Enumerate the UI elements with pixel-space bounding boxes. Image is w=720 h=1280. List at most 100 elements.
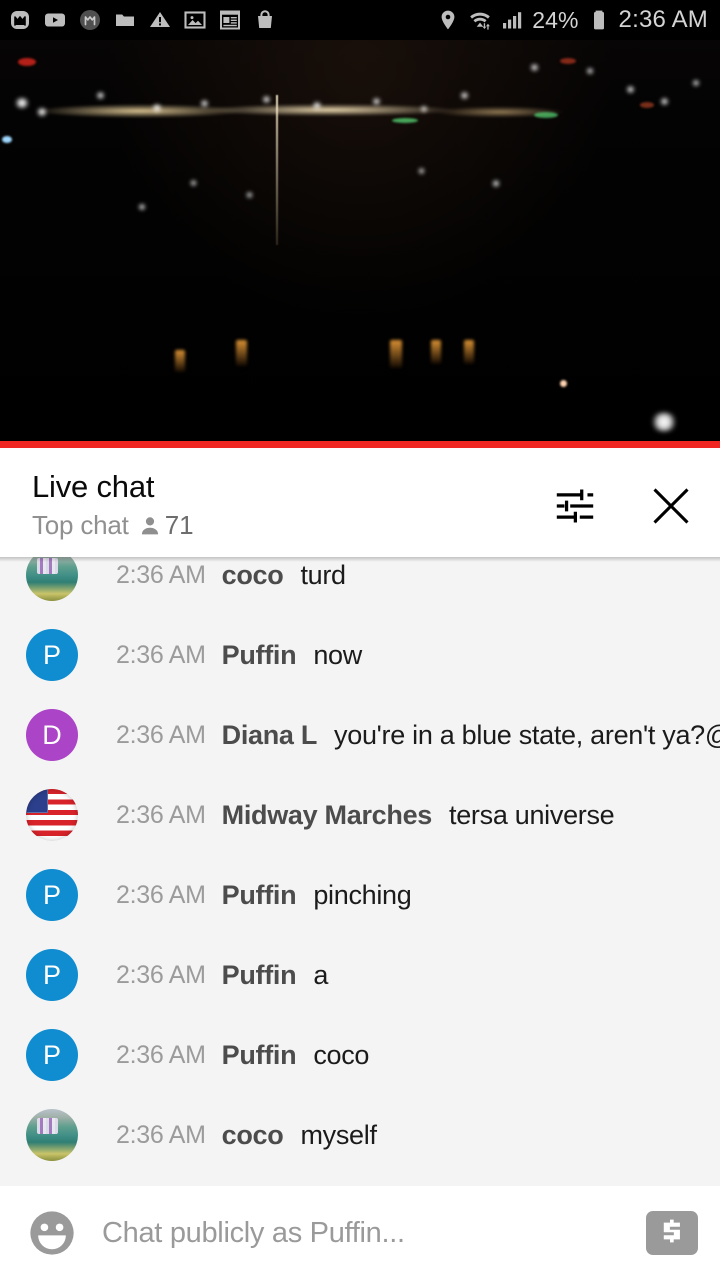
avatar[interactable]	[26, 557, 78, 601]
viewer-count-label: 71	[164, 510, 194, 541]
light-dot	[36, 108, 48, 116]
viewer-count-group: 71	[138, 510, 194, 541]
light-dot	[660, 98, 669, 105]
light-dot	[2, 136, 12, 143]
light-dot	[492, 180, 500, 187]
tune-sliders-icon	[556, 489, 594, 523]
chat-message-row[interactable]: P 2:36 AM Puffin pinching	[0, 855, 720, 935]
light-dot	[692, 80, 700, 86]
monzo-app-icon	[8, 8, 32, 32]
message-timestamp: 2:36 AM	[116, 1040, 206, 1069]
light-dot	[420, 106, 428, 112]
battery-icon	[587, 8, 611, 32]
location-pin-icon	[436, 8, 460, 32]
close-x-icon	[653, 488, 689, 524]
light-pole	[276, 95, 278, 245]
avatar[interactable]	[26, 1109, 78, 1161]
amber-window-light	[464, 340, 474, 364]
message-timestamp: 2:36 AM	[116, 720, 206, 749]
light-dot	[200, 100, 209, 107]
youtube-icon	[43, 8, 67, 32]
avatar[interactable]	[26, 789, 78, 841]
light-dot	[190, 180, 197, 186]
avatar[interactable]: P	[26, 949, 78, 1001]
avatar[interactable]: P	[26, 629, 78, 681]
message-author[interactable]: Puffin	[222, 640, 297, 671]
message-author[interactable]: Diana L	[222, 720, 318, 751]
chat-message-row[interactable]: 2:36 AM coco turd	[0, 557, 720, 615]
chat-settings-button[interactable]	[548, 479, 602, 533]
light-dot	[626, 86, 635, 93]
message-text: now	[313, 639, 362, 670]
live-chat-actions	[548, 479, 698, 533]
chat-message-row[interactable]: P 2:36 AM Puffin a	[0, 935, 720, 1015]
message-text: coco	[313, 1039, 370, 1070]
status-bar: 24% 2:36 AM	[0, 0, 720, 40]
amber-window-light	[236, 340, 247, 366]
message-author[interactable]: Puffin	[222, 880, 297, 911]
status-bar-notification-icons	[8, 8, 277, 32]
red-light	[18, 58, 36, 66]
chat-message-row[interactable]: D 2:36 AM Diana L you're in a blue state, a…	[0, 695, 720, 775]
chat-message-row[interactable]: P 2:36 AM Puffin coco	[0, 1015, 720, 1095]
red-light	[640, 102, 654, 108]
avatar[interactable]: D	[26, 709, 78, 761]
avatar[interactable]: P	[26, 869, 78, 921]
super-chat-button[interactable]	[646, 1211, 698, 1255]
news-icon	[218, 8, 242, 32]
light-dot	[152, 104, 162, 112]
message-author[interactable]: Midway Marches	[222, 800, 433, 831]
message-author[interactable]: Puffin	[222, 1040, 297, 1071]
light-dot	[560, 380, 567, 387]
message-text: turd	[300, 559, 346, 590]
emoji-smiley-icon	[30, 1211, 74, 1255]
status-bar-system-icons: 24% 2:36 AM	[436, 6, 708, 34]
chat-messages-container: 2:36 AM coco turd P 2:36 AM Puffin now D 2:36 AM…	[0, 557, 720, 1175]
live-chat-subtitle: Top chat 71	[32, 510, 194, 541]
light-dot	[14, 98, 30, 108]
video-player[interactable]	[0, 40, 720, 448]
chat-message-input[interactable]	[102, 1216, 646, 1250]
chat-message-row[interactable]: P 2:36 AM Puffin now	[0, 615, 720, 695]
cell-signal-icon	[500, 8, 524, 32]
status-bar-clock: 2:36 AM	[618, 6, 708, 33]
light-dot	[312, 102, 322, 109]
chat-message-row[interactable]: 2:36 AM coco myself	[0, 1095, 720, 1175]
live-chat-titles: Live chat Top chat 71	[32, 468, 194, 542]
red-light	[560, 58, 576, 64]
live-chat-title: Live chat	[32, 468, 155, 504]
folder-icon	[113, 8, 137, 32]
message-text: pinching	[313, 879, 412, 910]
avatar[interactable]: P	[26, 1029, 78, 1081]
battery-percent-label: 24%	[532, 6, 579, 33]
light-dot	[138, 204, 146, 210]
person-icon	[141, 517, 158, 535]
message-timestamp: 2:36 AM	[116, 560, 206, 589]
light-dot	[418, 168, 425, 174]
light-dot	[262, 96, 271, 103]
light-dot	[246, 192, 253, 198]
dollar-superchat-icon	[663, 1219, 680, 1243]
image-icon	[183, 8, 207, 32]
amber-window-light	[175, 350, 185, 372]
green-sign-light	[534, 112, 558, 118]
city-light-band	[0, 98, 720, 124]
light-dot	[96, 92, 105, 99]
green-sign-light	[392, 118, 418, 123]
message-timestamp: 2:36 AM	[116, 880, 206, 909]
emoji-picker-button[interactable]	[26, 1207, 78, 1259]
wifi-icon	[468, 8, 492, 32]
chat-message-row[interactable]: 2:36 AM Midway Marches tersa universe	[0, 775, 720, 855]
shopping-bag-icon	[253, 8, 277, 32]
chat-mode-label[interactable]: Top chat	[32, 510, 129, 541]
message-author[interactable]: coco	[222, 560, 284, 591]
message-author[interactable]: coco	[222, 1120, 284, 1151]
message-author[interactable]: Puffin	[222, 960, 297, 991]
headlight-pair	[650, 412, 678, 432]
message-text: myself	[300, 1119, 377, 1150]
light-dot	[372, 98, 381, 105]
chat-message-list[interactable]: 2:36 AM coco turd P 2:36 AM Puffin now D 2:36 AM…	[0, 557, 720, 1186]
close-chat-button[interactable]	[644, 479, 698, 533]
light-dot	[586, 68, 594, 74]
video-progress-bar[interactable]	[0, 441, 720, 448]
